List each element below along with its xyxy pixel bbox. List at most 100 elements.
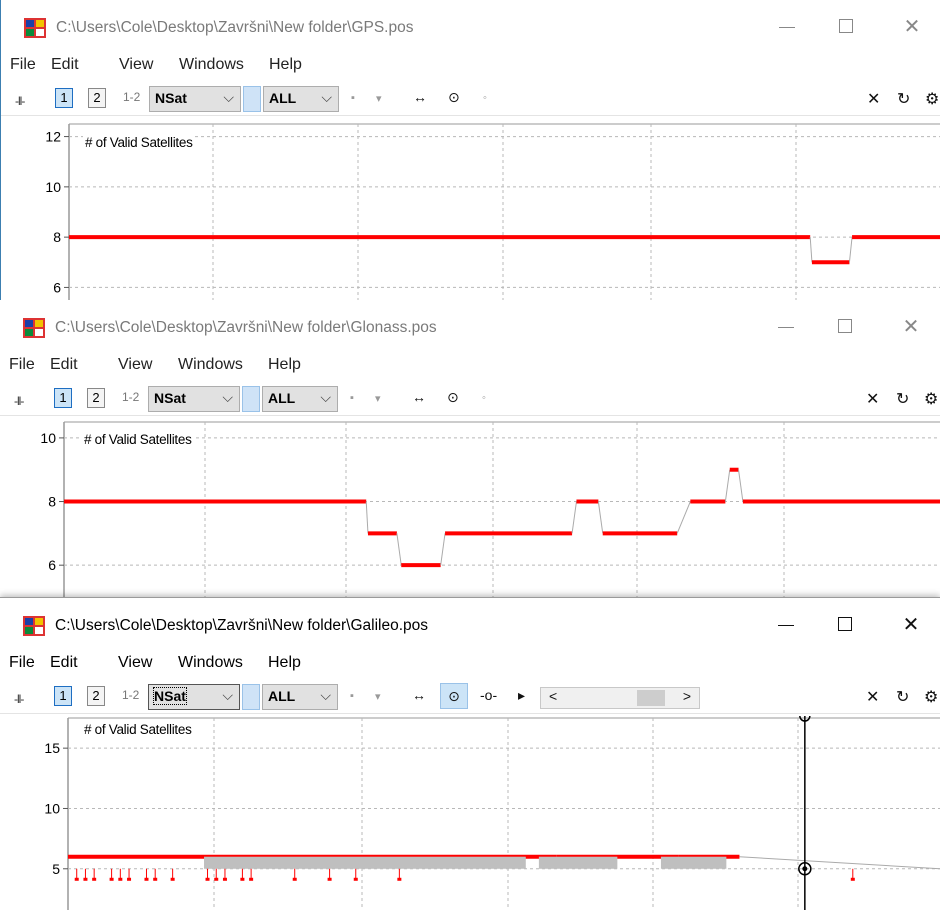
- play-icon[interactable]: ▸: [518, 687, 525, 704]
- menu-edit[interactable]: Edit: [51, 56, 79, 74]
- menu-edit[interactable]: Edit: [50, 356, 78, 374]
- fit-horizontal-icon[interactable]: ↔: [412, 687, 426, 703]
- filter-select[interactable]: ALL ⌵: [262, 386, 338, 412]
- plot-label: # of Valid Satellites: [83, 135, 195, 150]
- plot12-button[interactable]: 1-2: [122, 390, 139, 404]
- fit-horizontal-icon[interactable]: ↔: [413, 89, 427, 105]
- plot12-button[interactable]: 1-2: [122, 688, 139, 702]
- center-target-icon[interactable]: ⊙: [448, 89, 460, 106]
- plot-type-select[interactable]: NSat ⌵: [148, 386, 240, 412]
- menu-help[interactable]: Help: [269, 56, 302, 74]
- nsat-plot[interactable]: 10 8 6 # of Valid Satellites: [0, 418, 940, 597]
- plot-type-select[interactable]: NSat ⌵: [149, 86, 241, 112]
- separator-button[interactable]: [243, 86, 261, 112]
- dropdown-arrow-icon[interactable]: ▾: [375, 392, 381, 405]
- y-tick-label: 6: [48, 557, 56, 573]
- point-icon[interactable]: ◦: [482, 392, 486, 404]
- separator-button[interactable]: [242, 386, 260, 412]
- menu-view[interactable]: View: [118, 654, 152, 672]
- dropout-point: [170, 877, 175, 881]
- y-tick-label: 10: [40, 430, 56, 446]
- quality-marker-icon[interactable]: ▪: [350, 690, 354, 702]
- close-icon[interactable]: ✕: [896, 314, 926, 340]
- time-scrollbar[interactable]: < >: [540, 687, 700, 709]
- separator-button[interactable]: [242, 684, 260, 710]
- clear-x-icon[interactable]: ✕: [866, 389, 879, 409]
- plot1-button[interactable]: 1: [54, 388, 72, 408]
- menu-windows[interactable]: Windows: [179, 56, 244, 74]
- point-icon[interactable]: ◦: [483, 92, 487, 104]
- dropdown-arrow-icon[interactable]: ▾: [375, 690, 381, 703]
- quality-marker-icon[interactable]: ▪: [350, 392, 354, 404]
- nsat-transition: [738, 469, 744, 502]
- toolbar-grip[interactable]: -ll-: [14, 692, 24, 706]
- fit-horizontal-icon[interactable]: ↔: [412, 389, 426, 405]
- gap-band: [660, 856, 727, 869]
- minimize-icon[interactable]: [770, 612, 800, 638]
- plot1-button[interactable]: 1: [55, 88, 73, 108]
- dropout-point: [327, 877, 332, 881]
- dropout-point: [249, 877, 254, 881]
- center-target-icon[interactable]: ⊙: [440, 683, 468, 709]
- nsat-transition: [440, 533, 446, 566]
- menu-view[interactable]: View: [119, 56, 153, 74]
- reload-icon[interactable]: ↻: [896, 687, 909, 707]
- gear-icon[interactable]: ⚙: [924, 389, 938, 409]
- maximize-icon[interactable]: [830, 612, 860, 638]
- close-icon[interactable]: ✕: [897, 14, 927, 40]
- plot12-button[interactable]: 1-2: [123, 90, 140, 104]
- scroll-left-icon[interactable]: <: [549, 688, 557, 704]
- nsat-transition: [396, 533, 402, 566]
- menu-view[interactable]: View: [118, 356, 152, 374]
- point-icon[interactable]: -ο-: [480, 687, 497, 703]
- menu-help[interactable]: Help: [268, 654, 301, 672]
- minimize-icon[interactable]: [771, 14, 801, 40]
- filter-value: ALL: [268, 688, 296, 704]
- dropdown-arrow-icon[interactable]: ▾: [376, 92, 382, 105]
- toolbar-grip[interactable]: -ll-: [15, 94, 25, 108]
- plot1-button[interactable]: 1: [54, 686, 72, 706]
- toolbar-grip[interactable]: -ll-: [14, 394, 24, 408]
- quality-marker-icon[interactable]: ▪: [351, 92, 355, 104]
- menu-windows[interactable]: Windows: [178, 356, 243, 374]
- filter-select[interactable]: ALL ⌵: [263, 86, 339, 112]
- filter-select[interactable]: ALL ⌵: [262, 684, 338, 710]
- reload-icon[interactable]: ↻: [897, 89, 910, 109]
- reload-icon[interactable]: ↻: [896, 389, 909, 409]
- title-bar[interactable]: C:\Users\Cole\Desktop\Završni\New folder…: [0, 300, 940, 350]
- y-tick-label: 8: [48, 494, 56, 510]
- nsat-transition: [597, 501, 604, 534]
- plot-canvas[interactable]: 15 10 5: [0, 716, 940, 910]
- y-tick-label: 12: [45, 129, 61, 145]
- scroll-thumb[interactable]: [637, 690, 665, 706]
- title-bar[interactable]: C:\Users\Cole\Desktop\Završni\New folder…: [0, 598, 940, 648]
- gear-icon[interactable]: ⚙: [925, 89, 939, 109]
- menu-file[interactable]: File: [9, 654, 35, 672]
- scroll-right-icon[interactable]: >: [683, 688, 691, 704]
- dropout-point: [222, 877, 227, 881]
- title-bar[interactable]: C:\Users\Cole\Desktop\Završni\New folder…: [1, 0, 940, 50]
- window-title: C:\Users\Cole\Desktop\Završni\New folder…: [55, 617, 428, 634]
- nsat-plot[interactable]: 15 10 5 # of Valid Satellites: [0, 716, 940, 910]
- menu-file[interactable]: File: [10, 56, 36, 74]
- nsat-plot[interactable]: 12 10 8 6 # of Valid Satellites: [1, 118, 940, 300]
- menu-windows[interactable]: Windows: [178, 654, 243, 672]
- center-target-icon[interactable]: ⊙: [447, 389, 459, 406]
- menu-help[interactable]: Help: [268, 356, 301, 374]
- minimize-icon[interactable]: [770, 314, 800, 340]
- plot-type-select[interactable]: NSat ⌵: [148, 684, 240, 710]
- plot2-button[interactable]: 2: [88, 88, 106, 108]
- y-tick-label: 6: [53, 279, 61, 295]
- plot2-button[interactable]: 2: [87, 388, 105, 408]
- clear-x-icon[interactable]: ✕: [867, 89, 880, 109]
- gear-icon[interactable]: ⚙: [924, 687, 938, 707]
- clear-x-icon[interactable]: ✕: [866, 687, 879, 707]
- menu-file[interactable]: File: [9, 356, 35, 374]
- nsat-transition: [724, 469, 731, 502]
- maximize-icon[interactable]: [830, 314, 860, 340]
- plot2-button[interactable]: 2: [87, 686, 105, 706]
- rtkplot-app-icon: [23, 318, 45, 338]
- menu-edit[interactable]: Edit: [50, 654, 78, 672]
- maximize-icon[interactable]: [831, 14, 861, 40]
- close-icon[interactable]: ✕: [896, 612, 926, 638]
